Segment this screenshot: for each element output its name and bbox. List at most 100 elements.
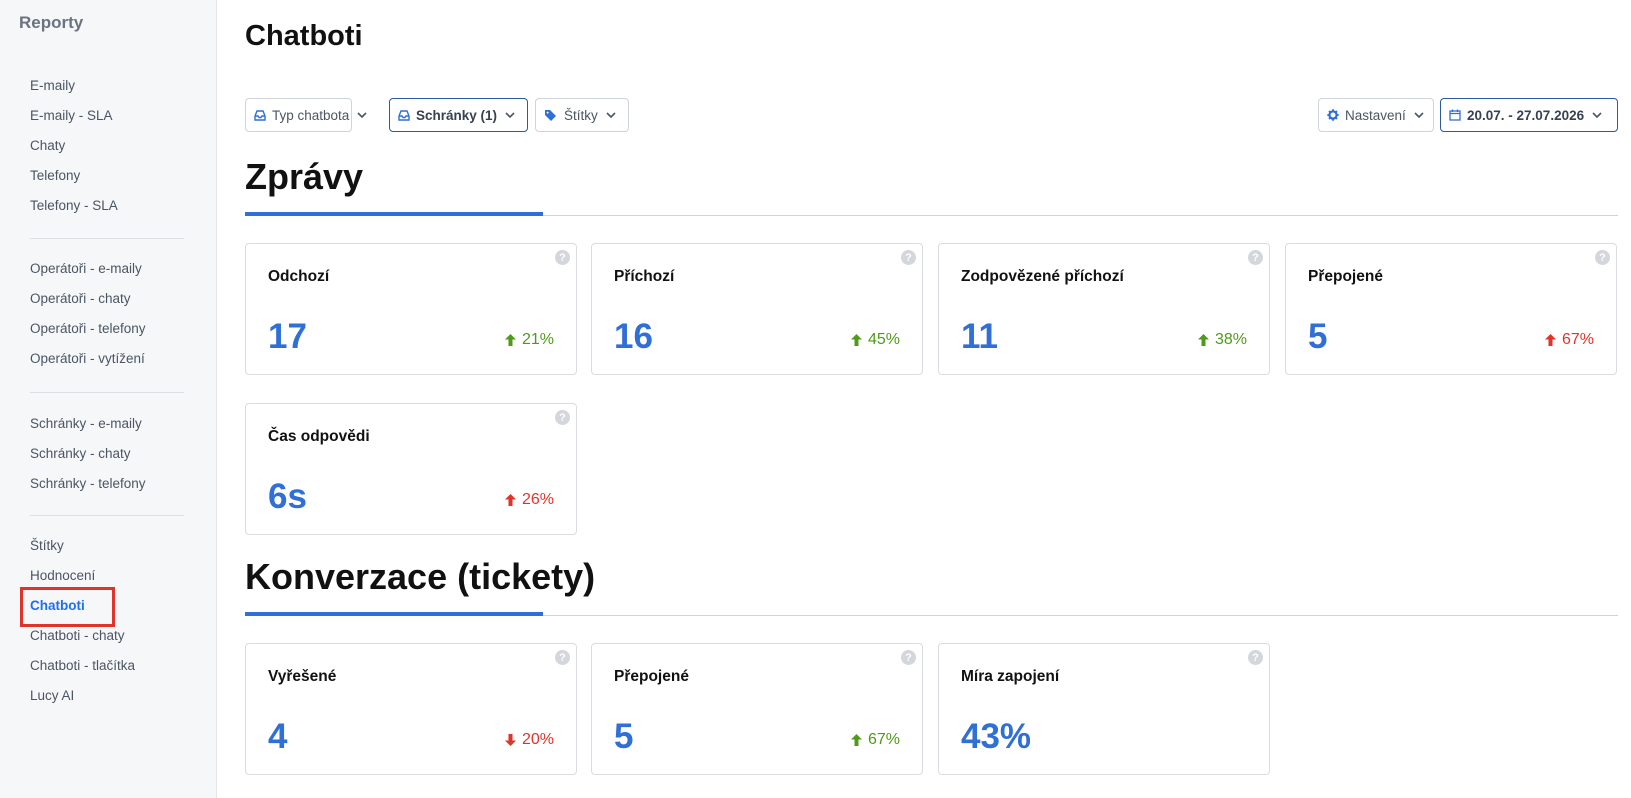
metric-change-value: 20% bbox=[521, 731, 554, 748]
sidebar-title: Reporty bbox=[19, 13, 84, 32]
sidebar-group-inboxes: Schránky - e-maily Schránky - chaty Schr… bbox=[30, 409, 185, 499]
metric-card-engagement-rate: ? Míra zapojení 43% bbox=[938, 643, 1270, 775]
settings-button[interactable]: Nastavení bbox=[1318, 98, 1434, 132]
metric-change: 38% bbox=[1197, 331, 1247, 349]
metric-title: Odchozí bbox=[268, 268, 330, 285]
metric-card-response-time: ? Čas odpovědi 6s 26% bbox=[245, 403, 577, 535]
chevron-down-icon bbox=[606, 111, 616, 119]
sidebar-group-operators: Operátoři - e-maily Operátoři - chaty Op… bbox=[30, 254, 185, 374]
help-icon[interactable]: ? bbox=[901, 650, 916, 665]
sidebar-item-inboxes-phones[interactable]: Schránky - telefony bbox=[30, 469, 185, 499]
sidebar-divider bbox=[30, 238, 184, 239]
metric-change-value: 26% bbox=[521, 491, 554, 508]
sidebar-item-operators-emails[interactable]: Operátoři - e-maily bbox=[30, 254, 185, 284]
sidebar-item-phones[interactable]: Telefony bbox=[30, 161, 185, 191]
section-title-messages: Zprávy bbox=[245, 156, 364, 197]
help-icon[interactable]: ? bbox=[555, 250, 570, 265]
sidebar-item-inboxes-emails[interactable]: Schránky - e-maily bbox=[30, 409, 185, 439]
sidebar-item-chats[interactable]: Chaty bbox=[30, 131, 185, 161]
arrow-up-icon bbox=[850, 734, 862, 746]
metric-card-incoming: ? Příchozí 16 45% bbox=[591, 243, 923, 375]
section-title-conversations: Konverzace (tickety) bbox=[245, 556, 596, 597]
bot-type-filter[interactable]: Typ chatbota bbox=[245, 98, 367, 132]
page-title: Chatboti bbox=[245, 20, 363, 52]
date-range-picker[interactable]: 20.07. - 27.07.2026 bbox=[1440, 98, 1618, 132]
metric-value: 43% bbox=[961, 717, 1032, 756]
metric-title: Přepojené bbox=[614, 668, 689, 685]
metric-value: 16 bbox=[614, 317, 653, 356]
help-icon[interactable]: ? bbox=[555, 410, 570, 425]
arrow-down-icon bbox=[504, 734, 516, 746]
metric-change-value: 45% bbox=[867, 331, 900, 348]
section-accent-bar bbox=[245, 612, 543, 616]
metric-change: 45% bbox=[850, 331, 900, 349]
gear-icon bbox=[1327, 109, 1339, 121]
inboxes-filter[interactable]: Schránky (1) bbox=[389, 98, 528, 132]
arrow-up-icon bbox=[504, 334, 516, 346]
sidebar-item-phones-sla[interactable]: Telefony - SLA bbox=[30, 191, 185, 221]
inbox-icon bbox=[398, 109, 410, 121]
metric-value: 5 bbox=[1308, 317, 1328, 356]
chevron-down-icon bbox=[505, 111, 515, 119]
section-accent-bar bbox=[245, 212, 543, 216]
tags-filter[interactable]: Štítky bbox=[535, 98, 629, 132]
sidebar: Reporty E-maily E-maily - SLA Chaty Tele… bbox=[0, 0, 217, 798]
help-icon[interactable]: ? bbox=[1248, 250, 1263, 265]
arrow-up-icon bbox=[504, 494, 516, 506]
arrow-up-icon bbox=[1544, 334, 1556, 346]
metric-change-value: 67% bbox=[1561, 331, 1594, 348]
metric-value: 4 bbox=[268, 717, 288, 756]
sidebar-item-operators-load[interactable]: Operátoři - vytížení bbox=[30, 344, 185, 374]
metric-change: 26% bbox=[504, 491, 554, 509]
help-icon[interactable]: ? bbox=[1595, 250, 1610, 265]
sidebar-item-emails[interactable]: E-maily bbox=[30, 71, 185, 101]
metric-card-answered-incoming: ? Zodpovězené příchozí 11 38% bbox=[938, 243, 1270, 375]
help-icon[interactable]: ? bbox=[901, 250, 916, 265]
metric-card-transferred-conversations: ? Přepojené 5 67% bbox=[591, 643, 923, 775]
metric-card-resolved: ? Vyřešené 4 20% bbox=[245, 643, 577, 775]
metric-value: 5 bbox=[614, 717, 634, 756]
arrow-up-icon bbox=[850, 334, 862, 346]
sidebar-item-operators-chats[interactable]: Operátoři - chaty bbox=[30, 284, 185, 314]
metric-title: Čas odpovědi bbox=[268, 428, 370, 445]
inboxes-filter-label: Schránky (1) bbox=[416, 107, 498, 123]
metric-title: Přepojené bbox=[1308, 268, 1383, 285]
sidebar-divider bbox=[30, 392, 184, 393]
date-range-label: 20.07. - 27.07.2026 bbox=[1467, 107, 1585, 123]
settings-button-label: Nastavení bbox=[1345, 107, 1406, 123]
sidebar-item-emails-sla[interactable]: E-maily - SLA bbox=[30, 101, 185, 131]
chevron-down-icon bbox=[1592, 111, 1602, 119]
chevron-down-icon bbox=[357, 111, 367, 119]
metric-card-transferred: ? Přepojené 5 67% bbox=[1285, 243, 1617, 375]
metric-change-value: 67% bbox=[867, 731, 900, 748]
help-icon[interactable]: ? bbox=[555, 650, 570, 665]
metric-title: Vyřešené bbox=[268, 668, 337, 685]
help-icon[interactable]: ? bbox=[1248, 650, 1263, 665]
metric-change: 21% bbox=[504, 331, 554, 349]
metric-change-value: 21% bbox=[521, 331, 554, 348]
metric-change-value: 38% bbox=[1214, 331, 1247, 348]
metric-value: 17 bbox=[268, 317, 307, 356]
sidebar-item-chatbots-buttons[interactable]: Chatboti - tlačítka bbox=[30, 651, 185, 681]
chevron-down-icon bbox=[1414, 111, 1424, 119]
sidebar-item-inboxes-chats[interactable]: Schránky - chaty bbox=[30, 439, 185, 469]
metric-change: 20% bbox=[504, 731, 554, 749]
active-item-highlight bbox=[20, 587, 115, 627]
metric-title: Zodpovězené příchozí bbox=[961, 268, 1124, 285]
metric-value: 6s bbox=[268, 477, 307, 516]
sidebar-item-operators-phones[interactable]: Operátoři - telefony bbox=[30, 314, 185, 344]
metric-title: Příchozí bbox=[614, 268, 675, 285]
calendar-icon bbox=[1449, 109, 1461, 121]
tags-icon bbox=[544, 109, 558, 121]
sidebar-group-channels: E-maily E-maily - SLA Chaty Telefony Tel… bbox=[30, 71, 185, 221]
metric-change: 67% bbox=[850, 731, 900, 749]
tags-filter-label: Štítky bbox=[564, 107, 598, 123]
sidebar-item-lucy-ai[interactable]: Lucy AI bbox=[30, 681, 185, 711]
arrow-up-icon bbox=[1197, 334, 1209, 346]
metric-value: 11 bbox=[961, 317, 998, 356]
bot-type-filter-label: Typ chatbota bbox=[272, 107, 350, 123]
metric-title: Míra zapojení bbox=[961, 668, 1060, 685]
metric-change: 67% bbox=[1544, 331, 1594, 349]
sidebar-item-tags[interactable]: Štítky bbox=[30, 531, 185, 561]
inbox-icon bbox=[254, 109, 266, 121]
